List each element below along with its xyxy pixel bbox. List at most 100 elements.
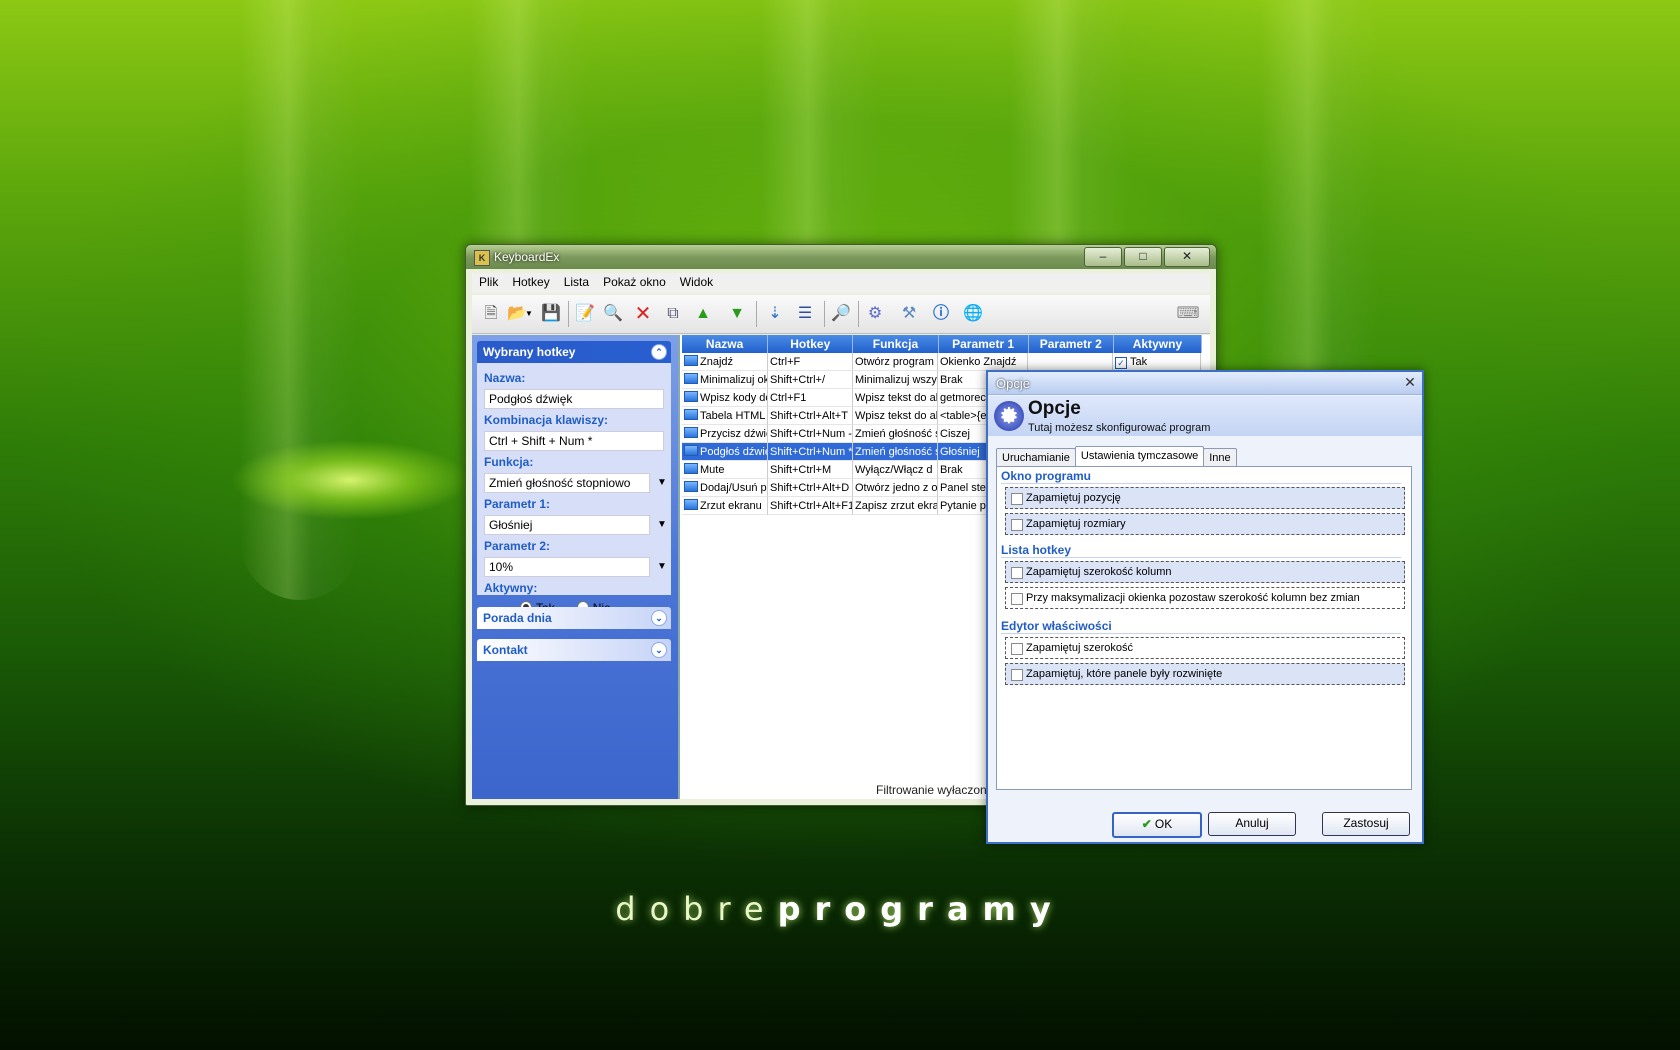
option-zapamietuj-panele[interactable]: Zapamiętuj, które panele były rozwinięte (1005, 663, 1405, 685)
info-icon[interactable]: ⓘ (930, 303, 952, 325)
column-header-parametr1[interactable]: Parametr 1 (938, 335, 1029, 353)
chevron-up-icon[interactable]: ⌃ (651, 344, 667, 360)
column-header-hotkey[interactable]: Hotkey (768, 335, 854, 353)
cell-text: Shift+Ctrl+M (770, 464, 832, 476)
preview-icon[interactable]: 🔍 (602, 303, 624, 325)
table-cell: Zrzut ekranu (682, 497, 768, 515)
param1-value: Głośniej (489, 518, 533, 532)
param2-label: Parametr 2: (484, 539, 551, 553)
option-zapamietuj-szerokosc[interactable]: Zapamiętuj szerokość (1005, 637, 1405, 659)
combo-field[interactable]: Ctrl + Shift + Num * (484, 431, 664, 451)
cell-text: Wyłącz/Włącz d (855, 464, 933, 476)
dialog-title-bar[interactable]: Opcje ✕ (988, 372, 1422, 395)
cell-text: Shift+Ctrl+Alt+T (770, 410, 848, 422)
cell-text: Pytanie p (940, 500, 986, 512)
menu-hotkey[interactable]: Hotkey (505, 273, 556, 293)
cell-text: <table>{e (940, 410, 987, 422)
dropdown-arrow-icon[interactable]: ▼ (524, 303, 534, 325)
tab-inne[interactable]: Inne (1203, 448, 1237, 467)
gear-icon: ⚙ (994, 401, 1024, 431)
option-przy-maksymalizacji[interactable]: Przy maksymalizacji okienka pozostaw sze… (1005, 587, 1405, 609)
checkbox[interactable] (1011, 493, 1023, 505)
chevron-down-double-icon[interactable]: ⌄ (651, 642, 667, 658)
cell-text: Brak (940, 374, 963, 386)
table-cell: Shift+Ctrl+Alt+D (768, 479, 853, 497)
table-row[interactable]: Znajdź Ctrl+F Otwórz program s Okienko Znaj… (682, 353, 1202, 371)
chevron-down-icon[interactable]: ▼ (653, 474, 671, 492)
option-label: Zapamiętuj pozycję (1026, 492, 1121, 504)
panel-title: Wybrany hotkey (483, 345, 576, 359)
panel-selected-hotkey-body: Nazwa: Podgłoś dźwięk Kombinacja klawisz… (477, 363, 671, 615)
tab-uruchamianie[interactable]: Uruchamianie (996, 448, 1076, 467)
checkbox[interactable] (1011, 593, 1023, 605)
panel-tip-header[interactable]: Porada dnia ⌄ (477, 607, 671, 629)
column-header-funkcja[interactable]: Funkcja (853, 335, 939, 353)
option-zapamietuj-szerokosc-kolumn[interactable]: Zapamiętuj szerokość kolumn (1005, 561, 1405, 583)
tab-ustawienia-tymczasowe[interactable]: Ustawienia tymczasowe (1074, 446, 1205, 467)
table-cell (1028, 353, 1113, 371)
background-glow (230, 440, 470, 520)
menu-widok[interactable]: Widok (673, 273, 720, 293)
ok-label: OK (1154, 817, 1173, 831)
cell-text: Shift+Ctrl+Alt+F1 (770, 500, 853, 512)
name-field[interactable]: Podgłoś dźwięk (484, 389, 664, 409)
menu-pokaz-okno[interactable]: Pokaż okno (596, 273, 673, 293)
minimize-button[interactable]: – (1084, 247, 1122, 267)
table-cell: Dodaj/Usuń p (682, 479, 768, 497)
table-cell: Minimalizuj wszyst (853, 371, 938, 389)
keyboard-icon[interactable]: ⌨ (1172, 303, 1204, 325)
ok-button[interactable]: ✔ OK (1112, 812, 1202, 838)
chevron-down-icon[interactable]: ▼ (653, 558, 671, 576)
settings-icon[interactable]: ⚙ (864, 303, 886, 325)
cell-text: Shift+Ctrl+/ (770, 374, 826, 386)
param2-select[interactable]: 10% ▼ (484, 557, 667, 577)
checkbox[interactable] (1011, 669, 1023, 681)
table-cell: Minimalizuj okn (682, 371, 768, 389)
chevron-down-double-icon[interactable]: ⌄ (651, 610, 667, 626)
toolbar-separator (858, 301, 859, 327)
search-icon[interactable]: 🔎 (830, 303, 852, 325)
checkbox[interactable] (1011, 643, 1023, 655)
close-icon[interactable]: ✕ (1402, 375, 1418, 389)
cell-text: Ciszej (940, 428, 970, 440)
title-bar[interactable]: K KeyboardEx – □ ✕ (466, 245, 1216, 269)
import-icon[interactable]: ⇣ (764, 303, 786, 325)
checkbox[interactable] (1011, 567, 1023, 579)
param1-select[interactable]: Głośniej ▼ (484, 515, 667, 535)
cell-text: Shift+Ctrl+Alt+D (770, 482, 850, 494)
table-cell: Shift+Ctrl+/ (768, 371, 853, 389)
copy-icon[interactable]: ⧉ (662, 303, 684, 325)
save-as-icon[interactable]: 📝 (574, 303, 596, 325)
close-button[interactable]: ✕ (1164, 247, 1210, 267)
column-header-parametr2[interactable]: Parametr 2 (1028, 335, 1114, 353)
option-label: Zapamiętuj szerokość (1026, 642, 1133, 654)
web-icon[interactable]: 🌐 (962, 303, 984, 325)
move-down-icon[interactable]: ▼ (726, 303, 748, 325)
function-select[interactable]: Zmień głośność stopniowo ▼ (484, 473, 667, 493)
delete-icon[interactable]: ✕ (632, 303, 654, 325)
option-zapamietuj-rozmiary[interactable]: Zapamiętuj rozmiary (1005, 513, 1405, 535)
option-zapamietuj-pozycje[interactable]: Zapamiętuj pozycję (1005, 487, 1405, 509)
panel-contact-header[interactable]: Kontakt ⌄ (477, 639, 671, 661)
column-header-aktywny[interactable]: Aktywny (1113, 335, 1203, 353)
checkbox-checked-icon[interactable]: ✓ (1115, 357, 1127, 369)
chevron-down-icon[interactable]: ▼ (653, 516, 671, 534)
dialog-title: Opcje (996, 376, 1030, 391)
list-view-icon[interactable]: ☰ (794, 303, 816, 325)
apply-button[interactable]: Zastosuj (1322, 812, 1410, 836)
save-icon[interactable]: 💾 (540, 303, 562, 325)
checkbox[interactable] (1011, 519, 1023, 531)
table-cell: Shift+Ctrl+M (768, 461, 853, 479)
tools-icon[interactable]: ⚒ (898, 303, 920, 325)
panel-selected-hotkey-header[interactable]: Wybrany hotkey ⌃ (477, 341, 671, 363)
menu-plik[interactable]: Plik (472, 273, 505, 293)
maximize-button[interactable]: □ (1124, 247, 1162, 267)
table-cell: ✓ Tak (1113, 353, 1201, 371)
section-edytor-wlasciwosci: Edytor właściwości (1001, 619, 1112, 633)
column-header-nazwa[interactable]: Nazwa (682, 335, 769, 353)
menu-lista[interactable]: Lista (557, 273, 596, 293)
move-up-icon[interactable]: ▲ (692, 303, 714, 325)
new-icon[interactable]: 🗎 (480, 303, 502, 325)
cancel-button[interactable]: Anuluj (1208, 812, 1296, 836)
status-text: Filtrowanie wyłaczone (876, 783, 994, 797)
